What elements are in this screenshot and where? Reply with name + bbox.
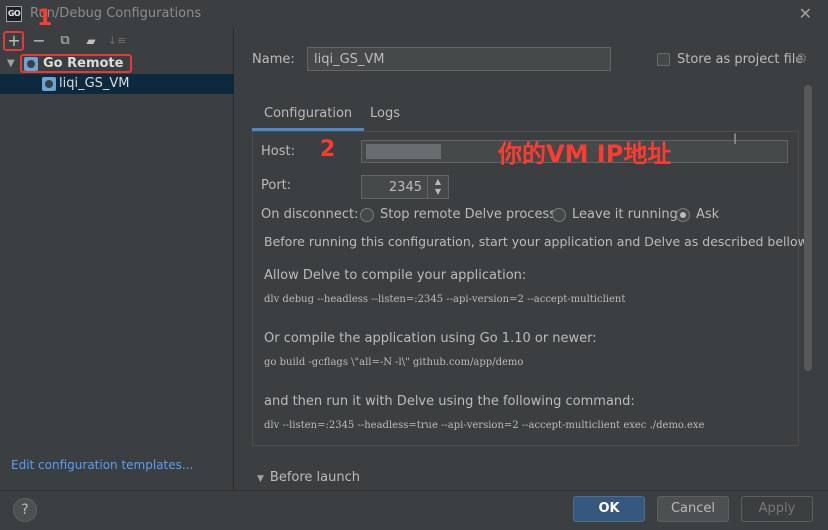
run-with-delve-text: and then run it with Delve using the fol… [264,394,635,409]
sidebar-toolbar: 1 + − ⧉ ▰ ↓≡ [0,6,234,54]
command-dlv-debug: dlv debug --headless --listen=:2345 --ap… [264,294,626,305]
radio-leave-running[interactable] [552,208,566,222]
port-value: 2345 [388,180,422,195]
chevron-down-icon[interactable]: ▼ [257,474,264,484]
tree-group-label: Go Remote [43,56,124,71]
sort-icon[interactable]: ↓≡ [107,31,127,51]
edit-templates-link[interactable]: Edit configuration templates... [11,458,193,472]
intro-text: Before running this configuration, start… [264,234,811,249]
cancel-button[interactable]: Cancel [657,496,729,522]
dialog-button-bar: ? OK Cancel Apply [0,490,828,530]
tab-logs[interactable]: Logs [358,101,412,131]
host-label: Host: [261,144,295,159]
title-bar: GO Run/Debug Configurations ✕ [0,0,828,28]
configuration-panel: Host: 2 你的VM IP地址 I Port: 2345 ▲ ▼ On dis… [252,131,811,446]
radio-ask[interactable] [676,208,690,222]
name-label: Name: [252,52,295,67]
before-launch-label: Before launch [269,470,361,485]
configurations-sidebar: 1 + − ⧉ ▰ ↓≡ ▼ Go Remote liqi_GS_VM Edit… [0,6,234,490]
apply-button[interactable]: Apply [741,496,813,522]
text-cursor-icon: I [733,132,738,148]
gear-icon[interactable]: ⚙ [795,51,808,67]
configuration-tree: ▼ Go Remote liqi_GS_VM [0,54,234,94]
port-label: Port: [261,178,292,193]
radio-stop-remote-label[interactable]: Stop remote Delve process [380,207,556,222]
tree-item-liqi-gs-vm[interactable]: liqi_GS_VM [0,74,234,94]
redacted-host-value [366,144,441,159]
configuration-editor: Name: Store as project file ⚙ Configurat… [235,28,828,490]
store-as-project-checkbox[interactable] [657,53,670,66]
remove-configuration-icon[interactable]: − [29,31,49,51]
tab-configuration[interactable]: Configuration [252,101,365,131]
go-remote-icon [42,77,56,91]
radio-stop-remote[interactable] [360,208,374,222]
tree-item-label: liqi_GS_VM [59,76,130,91]
editor-scrollbar[interactable] [804,85,812,371]
radio-leave-running-label[interactable]: Leave it running [572,207,678,222]
copy-configuration-icon[interactable]: ⧉ [55,31,75,51]
store-as-project-label[interactable]: Store as project file [677,52,803,67]
annotation-number-1: 1 [37,6,53,31]
annotation-number-2: 2 [320,137,336,162]
annotation-vm-ip: 你的VM IP地址 [498,140,672,168]
go-remote-icon [24,57,38,71]
before-launch-section[interactable]: ▼ Before launch [257,470,360,485]
new-folder-icon[interactable]: ▰ [81,31,101,51]
command-dlv-exec: dlv --listen=:2345 --headless=true --api… [264,420,705,431]
port-field[interactable]: 2345 ▲ ▼ [361,175,449,199]
add-configuration-icon[interactable]: + [4,31,24,51]
radio-ask-label[interactable]: Ask [696,207,719,222]
command-go-build: go build -gcflags \"all=-N -l\" github.c… [264,357,524,368]
window-title: Run/Debug Configurations [30,6,202,21]
help-button[interactable]: ? [13,498,37,522]
allow-delve-text: Allow Delve to compile your application: [264,268,527,283]
goland-app-icon: GO [6,6,22,22]
close-icon[interactable]: ✕ [799,4,812,23]
tree-group-go-remote[interactable]: ▼ Go Remote [0,54,234,74]
on-disconnect-label: On disconnect: [261,207,359,222]
ok-button[interactable]: OK [573,496,645,522]
name-field[interactable] [307,47,611,71]
chevron-down-icon[interactable]: ▼ [7,54,15,74]
port-stepper[interactable]: ▲ ▼ [427,176,448,198]
compile-text: Or compile the application using Go 1.10… [264,331,597,346]
